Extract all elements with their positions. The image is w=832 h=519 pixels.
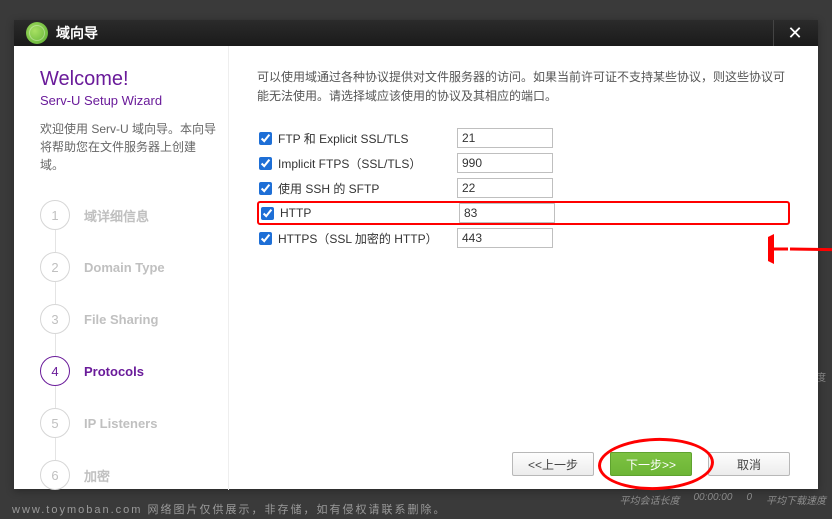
port-input-sftp[interactable]: 22 (457, 178, 553, 198)
step-number: 3 (40, 304, 70, 334)
welcome-description: 欢迎使用 Serv-U 域向导。本向导将帮助您在文件服务器上创建域。 (40, 120, 228, 174)
step-number: 6 (40, 460, 70, 490)
protocol-checkbox-ftps[interactable]: Implicit FTPS（SSL/TLS） (257, 155, 457, 172)
step-encryption[interactable]: 6 加密 (40, 460, 228, 490)
protocol-label: HTTPS（SSL 加密的 HTTP） (278, 230, 438, 247)
port-input-ftps[interactable]: 990 (457, 153, 553, 173)
wizard-steps: 1 域详细信息 2 Domain Type 3 File Sharing 4 P… (40, 200, 228, 490)
welcome-title: Welcome! (40, 68, 228, 91)
sidebar: Welcome! Serv-U Setup Wizard 欢迎使用 Serv-U… (14, 46, 229, 490)
step-number: 4 (40, 356, 70, 386)
protocol-checkbox-sftp[interactable]: 使用 SSH 的 SFTP (257, 180, 457, 197)
checkbox[interactable] (259, 232, 272, 245)
protocol-checkbox-https[interactable]: HTTPS（SSL 加密的 HTTP） (257, 230, 457, 247)
step-domain-details[interactable]: 1 域详细信息 (40, 200, 228, 252)
step-protocols[interactable]: 4 Protocols (40, 356, 228, 408)
protocols-description: 可以使用域通过各种协议提供对文件服务器的访问。如果当前许可证不支持某些协议，则这… (257, 68, 790, 106)
watermark: www.toymoban.com 网络图片仅供展示，非存储，如有侵权请联系删除。 (12, 501, 446, 517)
wizard-dialog: 域向导 ✕ Welcome! Serv-U Setup Wizard 欢迎使用 … (14, 20, 818, 489)
protocol-checkbox-ftp[interactable]: FTP 和 Explicit SSL/TLS (257, 130, 457, 147)
step-number: 1 (40, 200, 70, 230)
checkbox[interactable] (261, 207, 274, 220)
titlebar: 域向导 ✕ (14, 20, 818, 46)
step-number: 5 (40, 408, 70, 438)
wizard-buttons: <<上一步 下一步>> 取消 (512, 452, 790, 476)
protocol-row-https: HTTPS（SSL 加密的 HTTP） 443 (257, 226, 790, 250)
protocol-row-http: HTTP 83 (257, 201, 790, 225)
protocol-row-sftp: 使用 SSH 的 SFTP 22 (257, 176, 790, 200)
step-ip-listeners[interactable]: 5 IP Listeners (40, 408, 228, 460)
protocol-row-ftps: Implicit FTPS（SSL/TLS） 990 (257, 151, 790, 175)
protocol-label: Implicit FTPS（SSL/TLS） (278, 155, 421, 172)
dialog-title: 域向导 (56, 23, 98, 43)
protocol-label: FTP 和 Explicit SSL/TLS (278, 130, 408, 147)
port-input-http[interactable]: 83 (459, 203, 555, 223)
main-panel: 可以使用域通过各种协议提供对文件服务器的访问。如果当前许可证不支持某些协议，则这… (229, 46, 818, 490)
step-label: Domain Type (84, 260, 165, 275)
step-label: IP Listeners (84, 416, 157, 431)
step-label: File Sharing (84, 312, 158, 327)
step-label: 域详细信息 (84, 206, 149, 225)
prev-button[interactable]: <<上一步 (512, 452, 594, 476)
app-icon (26, 22, 48, 44)
checkbox[interactable] (259, 132, 272, 145)
step-domain-type[interactable]: 2 Domain Type (40, 252, 228, 304)
port-input-https[interactable]: 443 (457, 228, 553, 248)
protocol-label: HTTP (280, 206, 311, 220)
checkbox[interactable] (259, 157, 272, 170)
protocol-checkbox-http[interactable]: HTTP (259, 206, 459, 220)
protocol-label: 使用 SSH 的 SFTP (278, 180, 379, 197)
next-button[interactable]: 下一步>> (610, 452, 692, 476)
protocol-row-ftp: FTP 和 Explicit SSL/TLS 21 (257, 126, 790, 150)
background-stats: 平均会话长度00:00:000平均下载速度 (620, 492, 827, 507)
welcome-subtitle: Serv-U Setup Wizard (40, 93, 228, 108)
checkbox[interactable] (259, 182, 272, 195)
step-label: 加密 (84, 466, 110, 485)
close-icon[interactable]: ✕ (784, 22, 806, 44)
port-input-ftp[interactable]: 21 (457, 128, 553, 148)
cancel-button[interactable]: 取消 (708, 452, 790, 476)
titlebar-separator (773, 20, 774, 46)
step-label: Protocols (84, 364, 144, 379)
step-number: 2 (40, 252, 70, 282)
protocols-list: FTP 和 Explicit SSL/TLS 21 Implicit FTPS（… (257, 126, 790, 250)
step-file-sharing[interactable]: 3 File Sharing (40, 304, 228, 356)
